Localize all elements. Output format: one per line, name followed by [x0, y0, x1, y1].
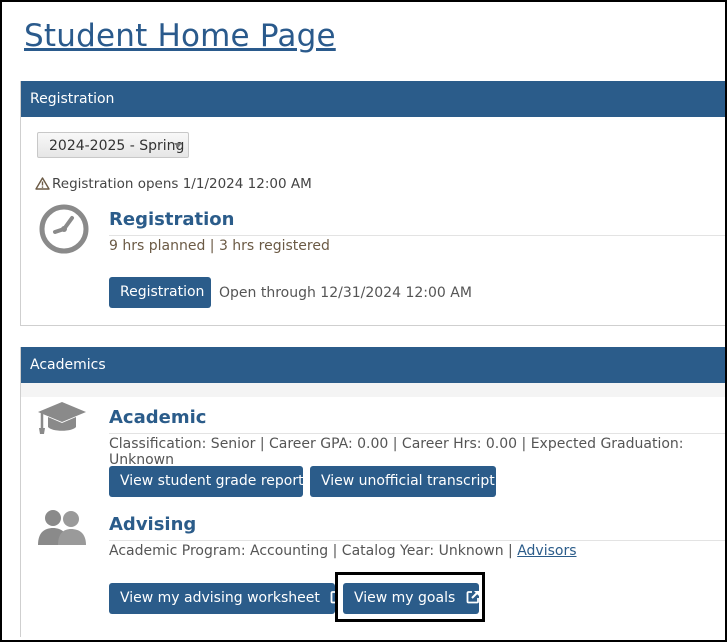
warning-icon [35, 177, 50, 194]
registration-panel-header: Registration [21, 81, 727, 117]
graduation-cap-icon [36, 400, 88, 440]
view-grade-report-button[interactable]: View student grade report [109, 466, 304, 497]
academics-panel-header: Academics [21, 347, 727, 383]
view-advising-worksheet-label: View my advising worksheet [120, 590, 320, 606]
registration-notice: Registration opens 1/1/2024 12:00 AM [35, 176, 312, 194]
clock-icon [38, 203, 90, 259]
divider [109, 433, 727, 434]
open-through-text: Open through 12/31/2024 12:00 AM [219, 285, 472, 301]
view-unofficial-transcript-button[interactable]: View unofficial transcript [310, 466, 496, 497]
page-title[interactable]: Student Home Page [24, 18, 336, 54]
registration-section-title: Registration [109, 209, 235, 230]
advising-section-title: Advising [109, 514, 197, 535]
panel-strip [21, 383, 727, 397]
registration-panel: Registration 2024-2025 - Spring Registra… [20, 81, 727, 326]
divider [109, 235, 727, 236]
advisors-link[interactable]: Advisors [517, 543, 576, 559]
advising-details-text: Academic Program: Accounting | Catalog Y… [109, 543, 513, 559]
academic-details: Classification: Senior | Career GPA: 0.0… [109, 436, 684, 468]
advising-details: Academic Program: Accounting | Catalog Y… [109, 543, 577, 559]
registration-notice-text: Registration opens 1/1/2024 12:00 AM [52, 176, 312, 192]
chevron-down-icon [174, 143, 182, 148]
registration-button[interactable]: Registration [109, 277, 211, 308]
view-advising-worksheet-button[interactable]: View my advising worksheet [109, 583, 344, 614]
academic-section-title: Academic [109, 407, 207, 428]
users-icon [36, 507, 90, 553]
term-select-value: 2024-2025 - Spring [49, 138, 185, 154]
goals-highlight-box [335, 572, 485, 622]
divider [109, 540, 727, 541]
term-select[interactable]: 2024-2025 - Spring [37, 132, 189, 158]
hours-summary: 9 hrs planned | 3 hrs registered [109, 238, 330, 254]
